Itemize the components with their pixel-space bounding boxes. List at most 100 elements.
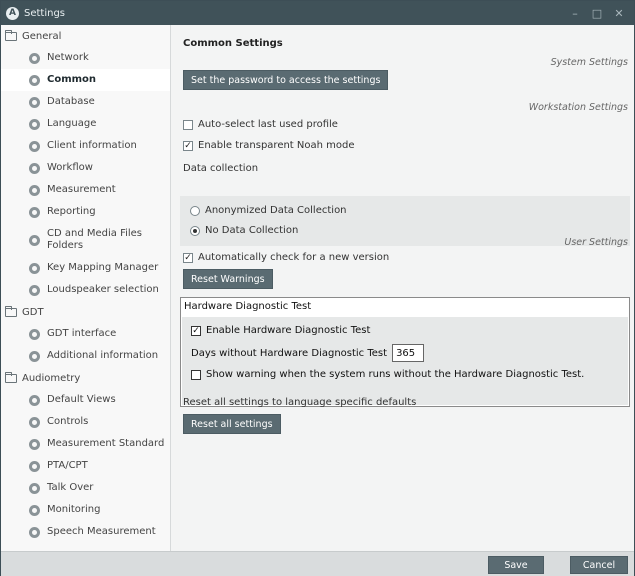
tree-item-label: Loudspeaker selection: [47, 284, 159, 295]
gear-icon: [29, 52, 40, 64]
tree-item-cd-media-folders[interactable]: CD and Media Files Folders: [1, 223, 170, 257]
auto-check-version-checkbox[interactable]: ✓ Automatically check for a new version: [183, 252, 389, 263]
tree-item-label: Client information: [47, 140, 137, 151]
tree-item-key-mapping-manager[interactable]: Key Mapping Manager: [1, 257, 170, 279]
tree-item-label: Workflow: [47, 162, 93, 173]
no-data-collection-radio[interactable]: No Data Collection: [190, 225, 298, 236]
radio-button[interactable]: [190, 225, 200, 236]
radio-label: Anonymized Data Collection: [205, 205, 347, 216]
tree-item-measurement[interactable]: Measurement: [1, 179, 170, 201]
tree-item-label: Key Mapping Manager: [47, 262, 159, 273]
show-warning-checkbox[interactable]: Show warning when the system runs withou…: [191, 369, 584, 380]
tree-item-label: Controls: [47, 416, 89, 427]
gear-icon: [29, 482, 40, 494]
days-without-test-label: Days without Hardware Diagnostic Test: [191, 347, 388, 359]
gear-icon: [29, 118, 40, 130]
gear-icon: [29, 206, 40, 218]
reset-defaults-label: Reset all settings to language specific …: [183, 397, 417, 408]
tree-item-database[interactable]: Database: [1, 91, 170, 113]
days-without-test-input[interactable]: [392, 344, 425, 362]
tree-item-network[interactable]: Network: [1, 47, 170, 69]
folder-icon: [5, 29, 17, 41]
cancel-button[interactable]: Cancel: [570, 556, 628, 574]
checkbox-box[interactable]: ✓: [191, 325, 201, 336]
app-logo-icon: A: [6, 6, 19, 20]
reset-all-settings-button[interactable]: Reset all settings: [183, 414, 281, 434]
gear-icon: [29, 460, 40, 472]
tree-item-talk-over[interactable]: Talk Over: [1, 477, 170, 499]
tree-item-label: GDT interface: [47, 328, 117, 339]
tree-item-workflow[interactable]: Workflow: [1, 157, 170, 179]
tree-item-label: Default Views: [47, 394, 116, 405]
tree-item-additional-information[interactable]: Additional information: [1, 345, 170, 367]
tree-group-label: General: [22, 30, 62, 42]
tree-item-default-views[interactable]: Default Views: [1, 389, 170, 411]
tree-item-label: Database: [47, 96, 95, 107]
tree-item-label: PTA/CPT: [47, 460, 88, 471]
user-settings-label: User Settings: [564, 237, 628, 248]
gear-icon: [29, 74, 40, 86]
gear-icon: [29, 328, 40, 340]
minimize-button[interactable]: –: [564, 7, 586, 20]
workstation-settings-label: Workstation Settings: [528, 102, 628, 113]
checkbox-box[interactable]: ✓: [183, 140, 193, 151]
reset-warnings-button[interactable]: Reset Warnings: [183, 269, 273, 289]
enable-hardware-test-checkbox[interactable]: ✓ Enable Hardware Diagnostic Test: [191, 325, 370, 336]
folder-icon: [5, 305, 17, 317]
gear-icon: [29, 504, 40, 516]
settings-panel: Common Settings System Settings Set the …: [172, 25, 634, 551]
set-password-button[interactable]: Set the password to access the settings: [183, 70, 389, 90]
checkbox-box[interactable]: ✓: [183, 252, 193, 263]
transparent-noah-checkbox[interactable]: ✓ Enable transparent Noah mode: [183, 140, 355, 151]
tree-item-label: Language: [47, 118, 97, 129]
checkbox-box[interactable]: [191, 369, 201, 380]
tree-group-label: GDT: [22, 306, 44, 318]
checkbox-label: Enable Hardware Diagnostic Test: [206, 325, 371, 336]
radio-button[interactable]: [190, 205, 200, 216]
gear-icon: [29, 394, 40, 406]
title-bar: A Settings – □ ✕: [1, 1, 634, 25]
tree-item-loudspeaker-selection[interactable]: Loudspeaker selection: [1, 279, 170, 301]
tree-item-speech-measurement[interactable]: Speech Measurement: [1, 521, 170, 543]
settings-window: A Settings – □ ✕ General Network Common …: [0, 0, 635, 576]
window-title: Settings: [24, 7, 66, 19]
tree-group-gdt[interactable]: GDT: [1, 301, 170, 323]
system-settings-label: System Settings: [550, 57, 628, 68]
checkbox-label: Enable transparent Noah mode: [198, 140, 355, 151]
tree-item-reporting[interactable]: Reporting: [1, 201, 170, 223]
tree-item-label: Network: [47, 52, 89, 63]
tree-group-general[interactable]: General: [1, 25, 170, 47]
gear-icon: [29, 140, 40, 152]
tree-item-label: Monitoring: [47, 504, 101, 515]
checkbox-box[interactable]: [183, 119, 193, 130]
tree-item-monitoring[interactable]: Monitoring: [1, 499, 170, 521]
gear-icon: [29, 416, 40, 428]
tree-item-controls[interactable]: Controls: [1, 411, 170, 433]
maximize-button[interactable]: □: [586, 7, 608, 20]
tree-item-client-information[interactable]: Client information: [1, 135, 170, 157]
tree-item-label: Additional information: [47, 350, 159, 361]
anonymized-data-radio[interactable]: Anonymized Data Collection: [190, 205, 347, 216]
tree-item-common[interactable]: Common: [1, 69, 170, 91]
gear-icon: [29, 262, 40, 274]
tree-item-label: Reporting: [47, 206, 96, 217]
checkbox-label: Auto-select last used profile: [198, 119, 338, 130]
tree-group-audiometry[interactable]: Audiometry: [1, 367, 170, 389]
tree-item-pta-cpt[interactable]: PTA/CPT: [1, 455, 170, 477]
data-collection-options: Anonymized Data Collection No Data Colle…: [180, 196, 630, 246]
days-without-test-row: Days without Hardware Diagnostic Test: [191, 344, 425, 362]
dialog-footer: Save Cancel: [1, 551, 634, 576]
data-collection-label: Data collection: [183, 163, 259, 174]
tree-item-measurement-standard[interactable]: Measurement Standard: [1, 433, 170, 455]
tree-item-language[interactable]: Language: [1, 113, 170, 135]
gear-icon: [29, 526, 40, 538]
tree-item-gdt-interface[interactable]: GDT interface: [1, 323, 170, 345]
close-button[interactable]: ✕: [608, 7, 630, 20]
tree-item-label: Measurement: [47, 184, 116, 195]
save-button[interactable]: Save: [488, 556, 544, 574]
checkbox-label: Automatically check for a new version: [198, 252, 390, 263]
hardware-diagnostic-title: Hardware Diagnostic Test: [184, 301, 312, 312]
auto-select-profile-checkbox[interactable]: Auto-select last used profile: [183, 119, 338, 130]
settings-tree: General Network Common Database Language…: [1, 25, 171, 551]
hardware-diagnostic-body: ✓ Enable Hardware Diagnostic Test Days w…: [182, 317, 628, 405]
